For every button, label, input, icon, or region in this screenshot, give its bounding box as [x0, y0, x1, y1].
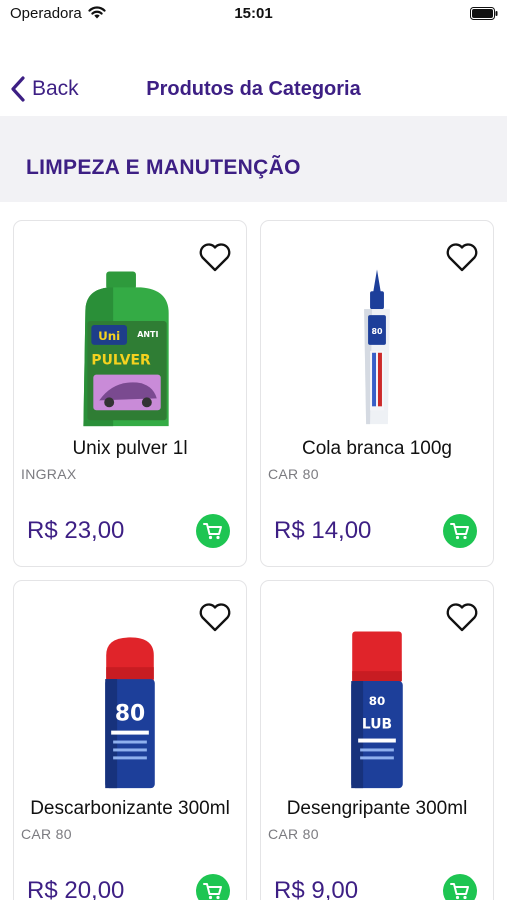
heart-icon[interactable] [198, 241, 232, 273]
product-brand: CAR 80 [268, 826, 319, 842]
cart-icon [203, 523, 222, 540]
product-brand: CAR 80 [268, 466, 319, 482]
status-bar: Operadora 15:01 [0, 0, 507, 30]
svg-text:Uni: Uni [98, 329, 120, 343]
add-to-cart-button[interactable] [196, 874, 230, 900]
product-card[interactable]: 80 Descarbonizante 300ml CAR 80 R$ 20,00 [13, 580, 247, 900]
product-price: R$ 20,00 [27, 877, 125, 900]
cart-icon [203, 883, 222, 900]
product-name: Unix pulver 1l [72, 438, 188, 459]
product-price: R$ 9,00 [274, 877, 359, 900]
product-brand: CAR 80 [21, 826, 72, 842]
product-card[interactable]: 80 LUB Desengripante 300ml CAR 80 R$ 9,0… [260, 580, 494, 900]
add-to-cart-button[interactable] [196, 514, 230, 548]
product-brand: INGRAX [21, 466, 77, 482]
heart-icon[interactable] [445, 601, 479, 633]
status-time: 15:01 [234, 5, 273, 22]
cart-icon [450, 523, 469, 540]
svg-text:80: 80 [115, 702, 145, 727]
add-to-cart-button[interactable] [443, 874, 477, 900]
heart-icon[interactable] [198, 601, 232, 633]
product-card[interactable]: Uni ANTI PULVER Unix pulver 1l INGRAX R$… [13, 220, 247, 567]
page-title: Produtos da Categoria [146, 78, 361, 100]
svg-text:80: 80 [369, 694, 386, 708]
battery-icon [470, 7, 498, 20]
add-to-cart-button[interactable] [443, 514, 477, 548]
product-price: R$ 14,00 [274, 517, 372, 544]
category-title: LIMPEZA E MANUTENÇÃO [26, 156, 301, 179]
cart-icon [450, 883, 469, 900]
svg-text:80: 80 [371, 327, 383, 336]
svg-text:LUB: LUB [362, 717, 392, 733]
product-name: Cola branca 100g [302, 438, 452, 459]
product-price: R$ 23,00 [27, 517, 125, 544]
heart-icon[interactable] [445, 241, 479, 273]
svg-text:ANTI: ANTI [137, 330, 158, 339]
product-card[interactable]: 80 Cola branca 100g CAR 80 R$ 14,00 [260, 220, 494, 567]
product-name: Descarbonizante 300ml [30, 798, 230, 819]
product-name: Desengripante 300ml [286, 798, 468, 819]
navigation-bar: Back Produtos da Categoria [0, 62, 507, 116]
product-grid: Uni ANTI PULVER Unix pulver 1l INGRAX R$… [0, 202, 507, 900]
svg-text:PULVER: PULVER [91, 353, 151, 369]
category-header: LIMPEZA E MANUTENÇÃO [0, 116, 507, 202]
